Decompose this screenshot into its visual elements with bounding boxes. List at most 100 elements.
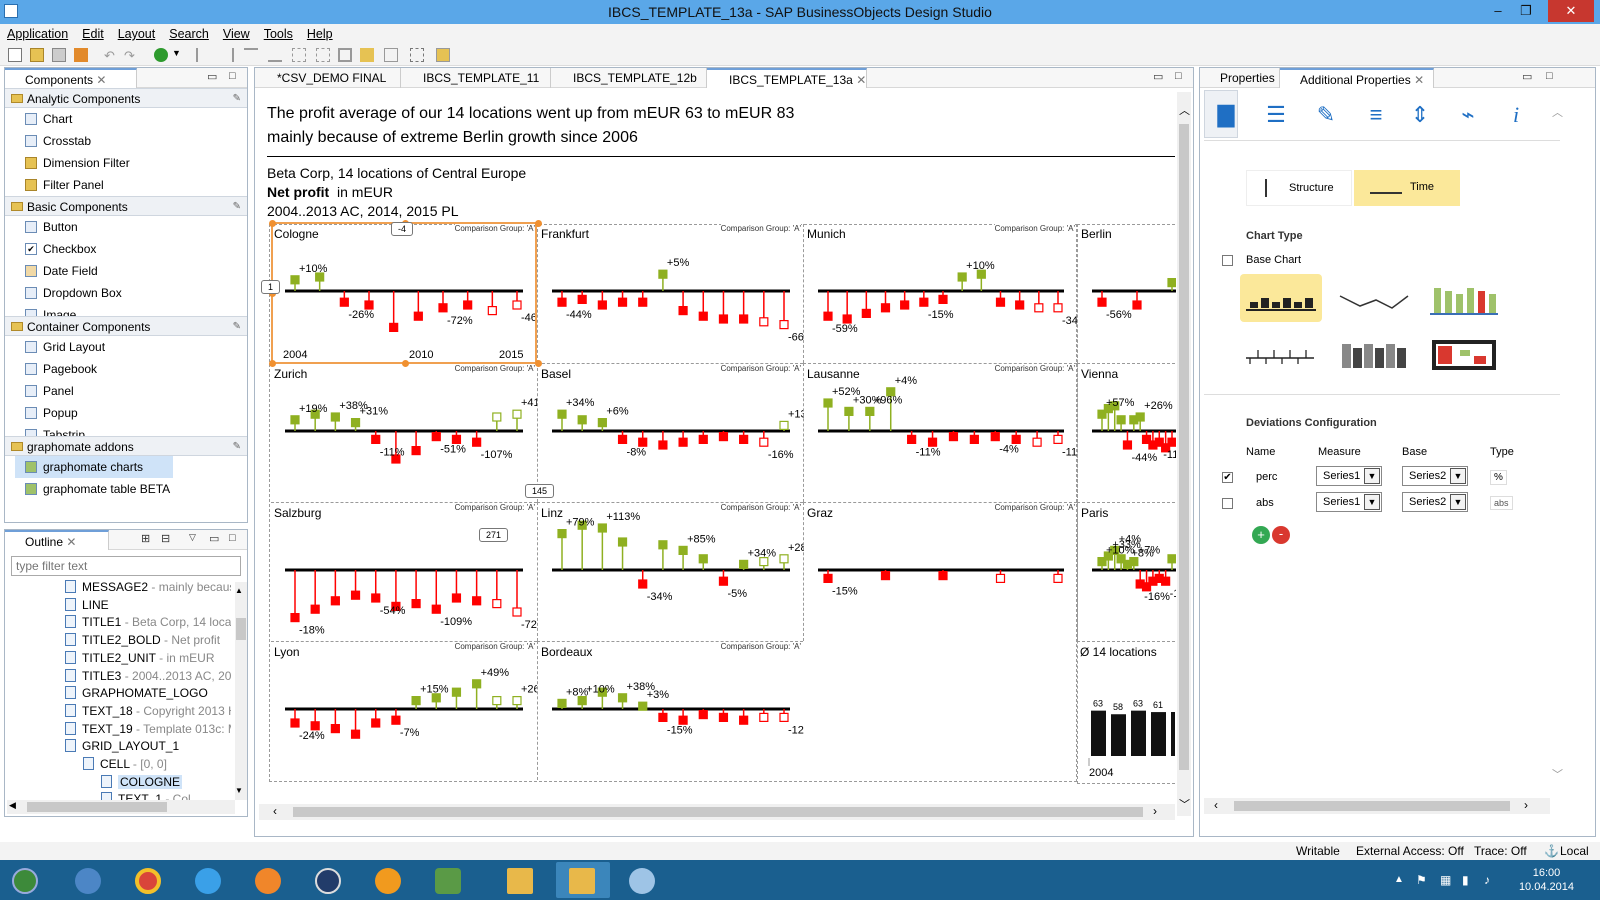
info-icon[interactable]: i — [1504, 102, 1528, 130]
tray-signal-icon[interactable]: ▮ — [1462, 873, 1469, 887]
tray-network-icon[interactable]: ▦ — [1440, 873, 1451, 887]
chart-type-option[interactable] — [1430, 288, 1498, 315]
pin-icon[interactable] — [360, 48, 374, 62]
outline-node[interactable]: TITLE1 - Beta Corp, 14 locati — [65, 615, 231, 633]
align-right-icon[interactable] — [220, 48, 234, 62]
close-button[interactable]: ✕ — [1548, 0, 1594, 22]
scroll-right-icon[interactable]: › — [1524, 798, 1528, 812]
perc-checkbox[interactable]: ✔ — [1222, 472, 1233, 483]
scroll-up-icon[interactable]: ︿ — [1179, 102, 1190, 118]
outline-node[interactable]: MESSAGE2 - mainly because — [65, 580, 231, 598]
chart-cell-basel[interactable]: BaselComparison Group: 'A'+34%+6%+13%-8%… — [537, 363, 804, 502]
tray-volume-icon[interactable]: ♪ — [1484, 873, 1490, 887]
position-handle[interactable]: 271 — [479, 528, 509, 542]
chart-cell-lyon[interactable]: LyonComparison Group: 'A'+15%+49%+26%-24… — [271, 641, 537, 780]
chart-cell-graz[interactable]: Graz Comparison Group: 'A' -15% — [803, 502, 1077, 641]
task-design-studio-1[interactable] — [494, 862, 548, 898]
scroll-down-icon[interactable]: ﹀ — [1552, 766, 1563, 782]
component-popup[interactable]: Popup — [5, 402, 247, 424]
resize-handle[interactable] — [402, 360, 409, 367]
scroll-right-icon[interactable]: › — [1153, 804, 1157, 818]
hscroll-thumb[interactable] — [27, 802, 167, 812]
scroll-down-icon[interactable]: ﹀ — [1179, 796, 1190, 812]
menu-layout[interactable]: Layout — [111, 24, 163, 41]
tab-outline[interactable]: Outline ✕ — [5, 530, 109, 550]
outline-hscrollbar[interactable]: ◀ — [7, 800, 235, 814]
tab-components[interactable]: Components ✕ — [5, 68, 137, 88]
component-graphomate-charts[interactable]: graphomate charts — [15, 456, 173, 478]
minimize-icon[interactable]: ▭ — [209, 532, 219, 545]
chart-cell-salzburg[interactable]: Salzburg Comparison Group: 'A' -18% -54% -10… — [271, 502, 537, 641]
add-deviation-button[interactable]: + — [1252, 526, 1270, 544]
attachment-icon[interactable]: ⌁ — [1456, 102, 1480, 130]
scroll-left-icon[interactable]: ‹ — [1214, 798, 1218, 812]
abs-checkbox[interactable] — [1222, 498, 1233, 509]
chart-cell-paris[interactable]: Paris+10%+33%+4%+8%+7%+16%-16%-16% — [1077, 502, 1176, 641]
chart-cell-munich[interactable]: Munich Comparison Group: 'A' +10% -59% -15% -… — [803, 224, 1078, 363]
vscroll-thumb[interactable] — [1179, 124, 1189, 770]
collapse-all-icon[interactable]: ⊟ — [161, 532, 170, 545]
position-handle[interactable]: -4 — [391, 222, 414, 236]
menu-search[interactable]: Search — [162, 24, 216, 41]
chart-settings-icon[interactable]: ▇ — [1214, 102, 1238, 130]
outline-node[interactable]: TITLE2_UNIT - in mEUR — [65, 650, 214, 669]
remove-deviation-button[interactable]: - — [1272, 526, 1290, 544]
component-image[interactable]: Image — [5, 304, 247, 316]
component-dimension-filter[interactable]: Dimension Filter — [5, 152, 247, 174]
tray-flag-icon[interactable]: ⚑ — [1416, 873, 1427, 887]
component-date-field[interactable]: Date Field — [5, 260, 247, 282]
start-button[interactable] — [4, 862, 50, 898]
task-joinme[interactable] — [362, 862, 416, 898]
abs-base-select[interactable]: Series2 ▼ — [1402, 492, 1468, 512]
component-button[interactable]: Button — [5, 216, 247, 238]
scroll-up-icon[interactable]: ▲ — [235, 586, 243, 595]
abs-type[interactable]: abs — [1490, 496, 1513, 510]
style-settings-icon[interactable]: ✎ — [1314, 102, 1338, 130]
position-handle[interactable]: 1 — [261, 280, 281, 294]
structure-toggle[interactable]: Structure — [1246, 170, 1352, 206]
fit-icon[interactable] — [338, 48, 352, 62]
expand-all-icon[interactable]: ⊞ — [141, 532, 150, 545]
section-analytic[interactable]: Analytic Components ✎ — [5, 88, 247, 108]
maximize-icon[interactable]: □ — [229, 532, 236, 544]
undo-icon[interactable]: ↶ — [104, 48, 118, 63]
outline-node[interactable]: LINE — [65, 597, 109, 616]
scroll-left-icon[interactable]: ◀ — [9, 800, 16, 811]
component-crosstab[interactable]: Crosstab — [5, 130, 247, 152]
distribute-vertical-icon[interactable] — [316, 48, 330, 62]
outline-filter-input[interactable] — [11, 556, 241, 576]
pin-icon[interactable]: ✎ — [233, 321, 241, 332]
redo-icon[interactable]: ↷ — [124, 48, 138, 63]
chart-type-option[interactable] — [1246, 350, 1314, 364]
chart-cell-lausanne[interactable]: Lausanne Comparison Group: 'A' +52% +30% +96… — [803, 363, 1078, 502]
time-toggle[interactable]: Time — [1354, 170, 1460, 206]
run-dropdown-icon[interactable]: ▼ — [172, 48, 186, 62]
grid-icon[interactable] — [410, 48, 424, 62]
chart-type-option[interactable] — [1432, 340, 1496, 370]
component-tabstrip[interactable]: Tabstrip — [5, 424, 247, 436]
editor-vscrollbar[interactable]: ︿ ﹀ — [1177, 92, 1191, 816]
task-keepass[interactable] — [302, 862, 356, 898]
deploy-icon[interactable] — [74, 48, 88, 62]
component-chart[interactable]: Chart — [5, 108, 247, 130]
scroll-up-icon[interactable]: ︿ — [1552, 104, 1563, 120]
editor-hscrollbar[interactable]: ‹ › — [259, 804, 1175, 820]
scroll-thumb[interactable] — [236, 618, 246, 640]
perc-type[interactable]: % — [1490, 470, 1507, 485]
menu-edit[interactable]: Edit — [75, 24, 111, 41]
outline-node[interactable]: TITLE3 - 2004..2013 AC, 2014 — [65, 668, 231, 687]
hscroll-thumb[interactable] — [1234, 801, 1510, 811]
chart-cell-vienna[interactable]: Vienna+57%+26%-44%-11%-36% — [1077, 363, 1176, 502]
task-evernote[interactable] — [422, 862, 476, 898]
layout-settings-icon[interactable]: ≡ — [1364, 102, 1388, 130]
perc-base-select[interactable]: Series2 ▼ — [1402, 466, 1468, 486]
task-twitter[interactable] — [182, 862, 236, 898]
outline-node[interactable]: GRAPHOMATE_LOGO — [65, 686, 208, 704]
chart-cell-berlin[interactable]: Berlin+5%+7%-56% — [1077, 224, 1176, 363]
hscroll-thumb[interactable] — [293, 807, 1143, 817]
tab-additional-properties[interactable]: Additional Properties ✕ — [1280, 68, 1434, 88]
export-icon[interactable] — [436, 48, 450, 62]
resize-handle[interactable] — [535, 360, 542, 367]
component-filter-panel[interactable]: Filter Panel — [5, 174, 247, 196]
position-handle[interactable]: 145 — [525, 484, 555, 498]
